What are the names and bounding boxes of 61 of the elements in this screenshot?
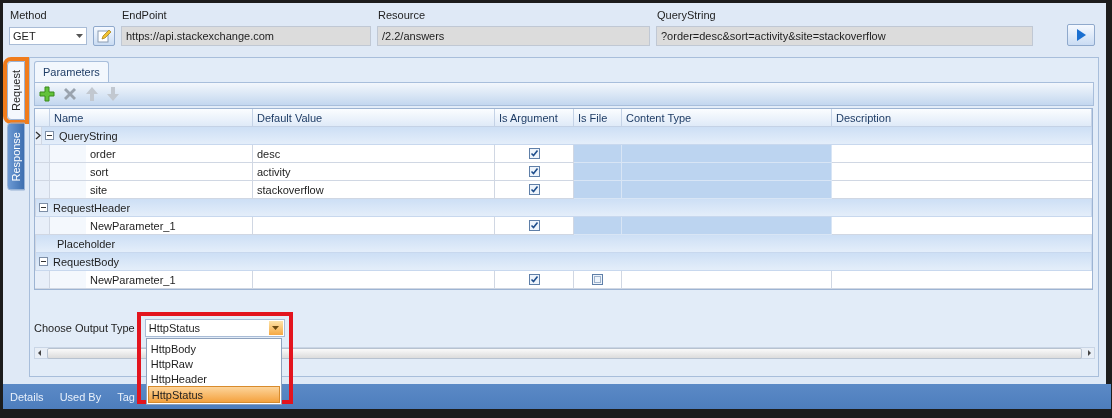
table-cell: desc	[253, 145, 495, 163]
method-dropdown[interactable]: GET	[9, 27, 87, 45]
row-indicator[interactable]	[35, 127, 42, 145]
checkbox[interactable]	[592, 274, 603, 285]
checkbox[interactable]	[528, 220, 540, 231]
query-string-field[interactable]: ?order=desc&sort=activity&site=stackoverflow	[656, 26, 1033, 46]
column-header[interactable]: Is Argument	[495, 109, 574, 127]
indent-cell	[50, 181, 86, 199]
dropdown-option[interactable]: HttpBody	[147, 341, 280, 356]
indent-cell	[50, 163, 86, 181]
bottom-tab[interactable]: Used By	[57, 390, 104, 403]
dropdown-option[interactable]: HttpStatus	[147, 386, 280, 403]
table-cell: activity	[253, 163, 495, 181]
collapse-icon[interactable]	[45, 131, 54, 140]
collapse-icon[interactable]	[39, 203, 48, 212]
column-header[interactable]: Default Value	[253, 109, 495, 127]
resource-field[interactable]: /2.2/answers	[377, 26, 650, 46]
dropdown-option[interactable]: HttpHeader	[147, 371, 280, 386]
indent-cell	[50, 145, 86, 163]
group-name: Placeholder	[57, 237, 116, 250]
current-row-icon	[35, 131, 41, 140]
dropdown-option[interactable]: HttpRaw	[147, 356, 280, 371]
output-type-dropdown[interactable]: HttpStatus	[144, 319, 285, 337]
field-label: QueryString	[656, 9, 717, 21]
field-label: EndPoint	[121, 9, 168, 21]
checkbox[interactable]	[528, 274, 540, 285]
checkbox[interactable]	[528, 166, 540, 177]
column-header[interactable]: Content Type	[622, 109, 832, 127]
table-cell: NewParameter_1	[86, 271, 253, 289]
group-name: RequestHeader	[53, 201, 131, 214]
bottom-tab[interactable]: Tag	[115, 390, 137, 403]
column-header[interactable]: Description	[832, 109, 1092, 127]
column-header[interactable]: Name	[50, 109, 253, 127]
table-cell: order	[86, 145, 253, 163]
side-tab[interactable]: Response	[7, 123, 25, 191]
run-button[interactable]	[1067, 24, 1095, 46]
group-row[interactable]: Placeholder	[36, 235, 1092, 253]
caret-icon	[76, 34, 83, 38]
add-icon[interactable]	[39, 86, 55, 102]
group-row[interactable]: RequestHeader	[36, 199, 1092, 217]
field-label: Method	[9, 9, 48, 21]
play-icon	[1076, 29, 1086, 41]
bottom-tab[interactable]: Details	[8, 390, 46, 403]
group-name: QueryString	[59, 129, 118, 142]
parameters-tab[interactable]: Parameters	[34, 61, 109, 82]
checkbox[interactable]	[528, 184, 540, 195]
header-corner-cell	[35, 109, 50, 127]
table-cell: sort	[86, 163, 253, 181]
endpoint-field[interactable]: https://api.stackexchange.com	[121, 26, 371, 46]
pencil-icon	[97, 29, 111, 43]
group-row[interactable]: RequestBody	[36, 253, 1092, 271]
field-label: Resource	[377, 9, 427, 21]
caret-icon	[272, 326, 280, 330]
group-name: RequestBody	[53, 255, 120, 268]
indent-cell	[50, 217, 86, 235]
collapse-icon[interactable]	[39, 257, 48, 266]
edit-button[interactable]	[93, 26, 115, 46]
group-row[interactable]: QueryString	[42, 127, 1092, 145]
checkbox[interactable]	[528, 148, 540, 159]
output-type-label: Choose Output Type	[34, 322, 135, 334]
column-header[interactable]: Is File	[574, 109, 622, 127]
